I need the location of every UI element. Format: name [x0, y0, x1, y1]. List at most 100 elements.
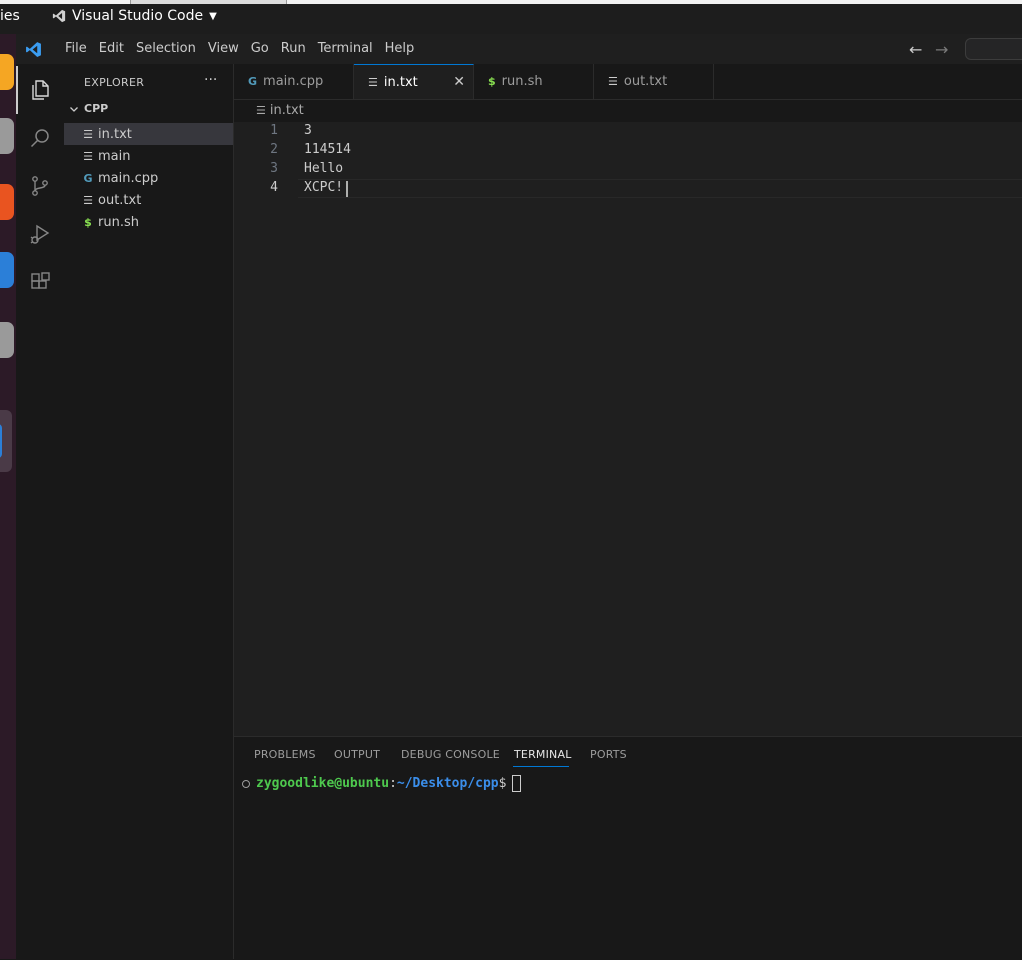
chevron-down-icon: ▼	[209, 10, 217, 22]
text-file-icon: ☰	[83, 127, 93, 141]
dock-app-4[interactable]	[0, 252, 14, 288]
file-main[interactable]: ☰ main	[64, 145, 233, 167]
terminal-prompt-symbol: $	[498, 776, 507, 791]
code-editor[interactable]: 1 2 3 4 3 114514 Hello XCPC!	[234, 122, 1022, 736]
tab-label: main.cpp	[263, 74, 324, 89]
file-name: main	[98, 148, 131, 164]
arrow-right-icon[interactable]: →	[935, 40, 948, 59]
activity-source-control[interactable]	[16, 162, 64, 210]
extensions-icon	[31, 272, 50, 289]
tab-label: out.txt	[623, 74, 668, 89]
tab-run-sh[interactable]: $ run.sh	[474, 64, 594, 99]
file-name: in.txt	[98, 126, 132, 142]
run-debug-icon	[30, 224, 50, 244]
breadcrumb-file: in.txt	[269, 103, 304, 118]
menu-view[interactable]: View	[202, 34, 245, 64]
shell-file-icon: $	[488, 75, 496, 88]
folder-name: CPP	[84, 102, 109, 115]
bottom-panel: PROBLEMS OUTPUT DEBUG CONSOLE TERMINAL P…	[234, 736, 1022, 960]
line-number: 2	[270, 142, 278, 157]
tab-out-txt[interactable]: ☰ out.txt	[594, 64, 714, 99]
menu-bar: File Edit Selection View Go Run Terminal…	[59, 34, 420, 64]
search-icon	[30, 129, 49, 148]
code-line: 114514	[304, 142, 351, 157]
tab-label: run.sh	[501, 74, 543, 89]
text-file-icon: ☰	[256, 104, 266, 117]
shell-file-icon: $	[84, 215, 92, 229]
more-actions-icon[interactable]: ···	[204, 72, 217, 88]
file-run-sh[interactable]: $ run.sh	[64, 211, 233, 233]
dock-app-5[interactable]	[0, 322, 14, 358]
panel-tab-output[interactable]: OUTPUT	[334, 748, 380, 761]
file-in-txt[interactable]: ☰ in.txt	[64, 123, 233, 145]
cpp-file-icon: G	[83, 171, 93, 185]
terminal-colon: :	[389, 776, 397, 791]
current-line-highlight	[298, 179, 1022, 198]
dock-app-1[interactable]	[0, 54, 14, 90]
text-cursor	[346, 181, 348, 197]
tab-in-txt[interactable]: ☰ in.txt ✕	[354, 64, 474, 99]
menu-selection[interactable]: Selection	[130, 34, 202, 64]
terminal-user: zygoodlike@ubuntu	[256, 776, 390, 791]
text-file-icon: ☰	[83, 149, 93, 163]
active-tab-indicator	[513, 766, 569, 767]
code-line: 3	[304, 123, 312, 138]
dock-app-vscode-icon	[0, 424, 2, 458]
text-file-icon: ☰	[83, 193, 93, 207]
line-number: 3	[270, 161, 278, 176]
activity-explorer[interactable]	[16, 66, 64, 114]
top-strip-window	[130, 0, 287, 4]
panel-tab-debug-console[interactable]: DEBUG CONSOLE	[401, 748, 500, 761]
arrow-left-icon[interactable]: ←	[909, 40, 922, 59]
panel-tab-ports[interactable]: PORTS	[590, 748, 627, 761]
cpp-file-icon: G	[248, 75, 258, 88]
os-top-bar: ies Visual Studio Code ▼	[0, 0, 1022, 34]
menu-edit[interactable]: Edit	[93, 34, 130, 64]
chevron-down-icon	[70, 106, 78, 112]
editor-tab-bar: G main.cpp ☰ in.txt ✕ $ run.sh ☰ out.txt	[234, 64, 1022, 100]
line-number: 4	[270, 180, 278, 195]
activity-search[interactable]	[16, 114, 64, 162]
code-line: Hello	[304, 161, 344, 176]
dock-app-2[interactable]	[0, 118, 14, 154]
panel-tab-terminal[interactable]: TERMINAL	[514, 748, 572, 761]
terminal-status-icon	[242, 779, 250, 788]
menu-go[interactable]: Go	[245, 34, 275, 64]
activity-run-debug[interactable]	[16, 210, 64, 258]
dock-app-vscode[interactable]	[0, 410, 12, 472]
line-number: 1	[270, 123, 278, 138]
menu-file[interactable]: File	[59, 34, 93, 64]
source-control-icon	[32, 176, 48, 196]
activity-bar	[16, 64, 65, 959]
tab-main-cpp[interactable]: G main.cpp	[234, 64, 354, 99]
activity-extensions[interactable]	[16, 258, 64, 306]
breadcrumb[interactable]: ☰ in.txt	[256, 103, 304, 118]
explorer-sidebar: EXPLORER ··· CPP ☰ in.txt ☰ main G main.…	[64, 64, 234, 959]
code-line: XCPC!	[304, 180, 344, 195]
command-center[interactable]	[965, 38, 1022, 60]
menu-help[interactable]: Help	[379, 34, 421, 64]
close-icon[interactable]: ✕	[453, 74, 465, 90]
vscode-icon	[52, 9, 66, 23]
dock-app-3[interactable]	[0, 184, 14, 220]
menu-run[interactable]: Run	[275, 34, 312, 64]
file-name: main.cpp	[98, 170, 159, 186]
activities-button[interactable]: ies	[0, 8, 20, 24]
file-out-txt[interactable]: ☰ out.txt	[64, 189, 233, 211]
terminal-prompt-line[interactable]: zygoodlike@ubuntu : ~/Desktop/cpp $	[242, 775, 522, 792]
text-file-icon: ☰	[368, 75, 378, 89]
tab-label: in.txt	[383, 74, 418, 90]
file-main-cpp[interactable]: G main.cpp	[64, 167, 233, 189]
panel-tab-problems[interactable]: PROBLEMS	[254, 748, 316, 761]
terminal-path: ~/Desktop/cpp	[396, 776, 499, 791]
app-name: Visual Studio Code	[72, 8, 204, 24]
file-name: out.txt	[98, 192, 142, 208]
files-icon	[32, 80, 49, 100]
vscode-logo-icon	[26, 42, 41, 57]
terminal-cursor	[512, 775, 522, 792]
explorer-title: EXPLORER	[84, 76, 145, 89]
text-file-icon: ☰	[608, 75, 618, 88]
menu-terminal[interactable]: Terminal	[312, 34, 379, 64]
app-menu[interactable]: Visual Studio Code ▼	[52, 8, 217, 24]
folder-header[interactable]: CPP	[68, 102, 108, 115]
